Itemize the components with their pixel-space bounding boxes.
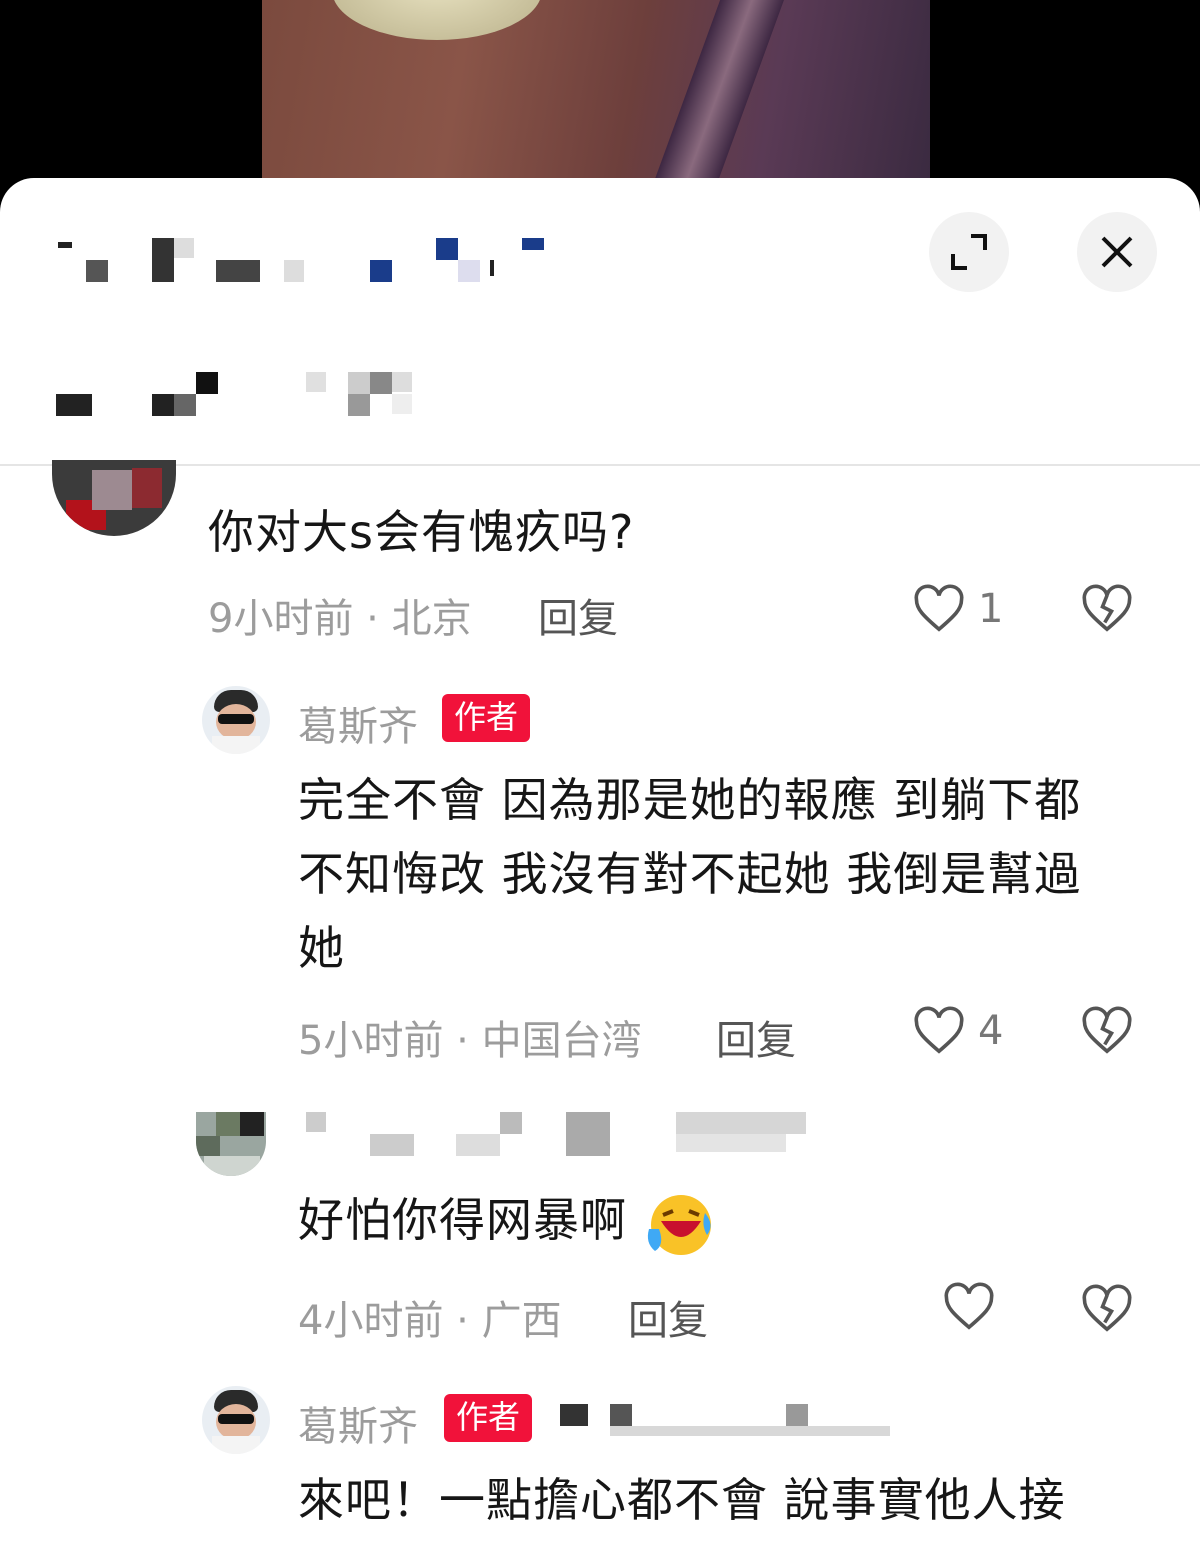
video-detail [639, 0, 785, 200]
comment-text-line-2: 不知悔改 我沒有對不起她 我倒是幫過 [298, 847, 1082, 901]
author-badge: 作者 [442, 694, 531, 742]
heart-icon[interactable] [940, 1280, 998, 1334]
comment-meta: 9小时前 · 北京 [208, 596, 472, 642]
reply-button[interactable]: 回复 [538, 586, 618, 644]
bowl-image [332, 0, 542, 40]
comment-meta: 5小时前 · 中国台湾 [298, 1018, 642, 1064]
author-avatar[interactable] [202, 1386, 270, 1454]
dislike-icon[interactable] [1080, 1004, 1134, 1058]
close-button[interactable] [1077, 212, 1157, 292]
comment-meta: 4小时前 · 广西 [298, 1298, 562, 1344]
heart-icon[interactable] [912, 1004, 966, 1058]
laughing-emoji [647, 1194, 711, 1255]
author-name[interactable]: 葛斯齐 [298, 1394, 418, 1452]
author-badge: 作者 [444, 1394, 533, 1442]
like-count: 1 [978, 586, 1004, 632]
video-frame[interactable] [262, 0, 930, 200]
comment-sheet: 你对大s会有愧疚吗? 9小时前 · 北京 回复 1 葛斯齐 作者 完全不會 因為… [0, 178, 1200, 1545]
dislike-icon[interactable] [1080, 1282, 1134, 1336]
reply-button[interactable]: 回复 [628, 1288, 708, 1346]
comment-text-line-3: 她 [298, 921, 345, 975]
comment-text: 你对大s会有愧疚吗? [208, 505, 635, 559]
author-name[interactable]: 葛斯齐 [298, 694, 418, 752]
heart-icon[interactable] [912, 582, 966, 636]
comment-text: 來吧！一點擔心都不會 說事實他人接 [298, 1473, 1066, 1527]
author-avatar[interactable] [202, 686, 270, 754]
avatar[interactable] [52, 460, 176, 536]
header-divider [0, 464, 1200, 466]
close-icon [1101, 236, 1133, 268]
comment-text-content: 好怕你得网暴啊 [298, 1193, 627, 1247]
expand-button[interactable] [929, 212, 1009, 292]
avatar[interactable] [196, 1112, 266, 1176]
like-count: 4 [978, 1008, 1004, 1054]
dislike-icon[interactable] [1080, 582, 1134, 636]
reply-button[interactable]: 回复 [716, 1008, 796, 1066]
expand-icon [951, 234, 987, 270]
video-area[interactable] [0, 0, 1200, 200]
comment-text: 好怕你得网暴啊 [298, 1184, 715, 1257]
comment-text-line-1: 完全不會 因為那是她的報應 到躺下都 [298, 773, 1082, 827]
